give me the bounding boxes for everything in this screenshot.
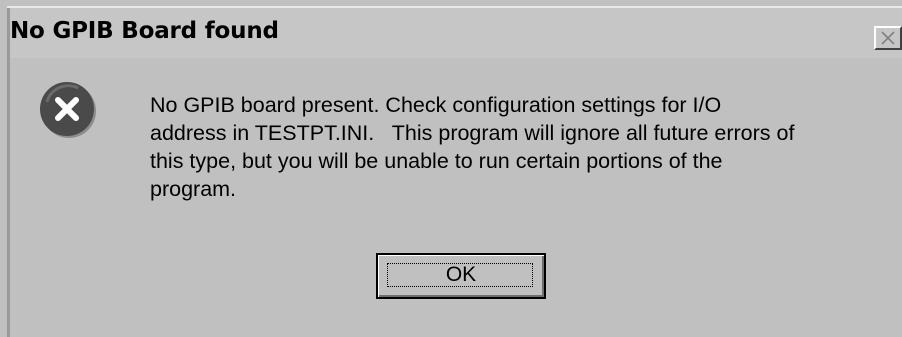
dialog-body: No GPIB board present. Check configurati… [10, 58, 902, 337]
close-button[interactable] [874, 26, 902, 50]
title-bar[interactable]: No GPIB Board found [10, 8, 902, 58]
error-icon [40, 82, 96, 138]
ok-button[interactable]: OK [376, 253, 546, 299]
close-icon [881, 31, 895, 45]
message-text: No GPIB board present. Check configurati… [150, 93, 795, 201]
error-dialog: No GPIB Board found No GPIB board presen… [0, 0, 902, 337]
dialog-title: No GPIB Board found [10, 18, 279, 44]
ok-button-label: OK [445, 263, 477, 286]
